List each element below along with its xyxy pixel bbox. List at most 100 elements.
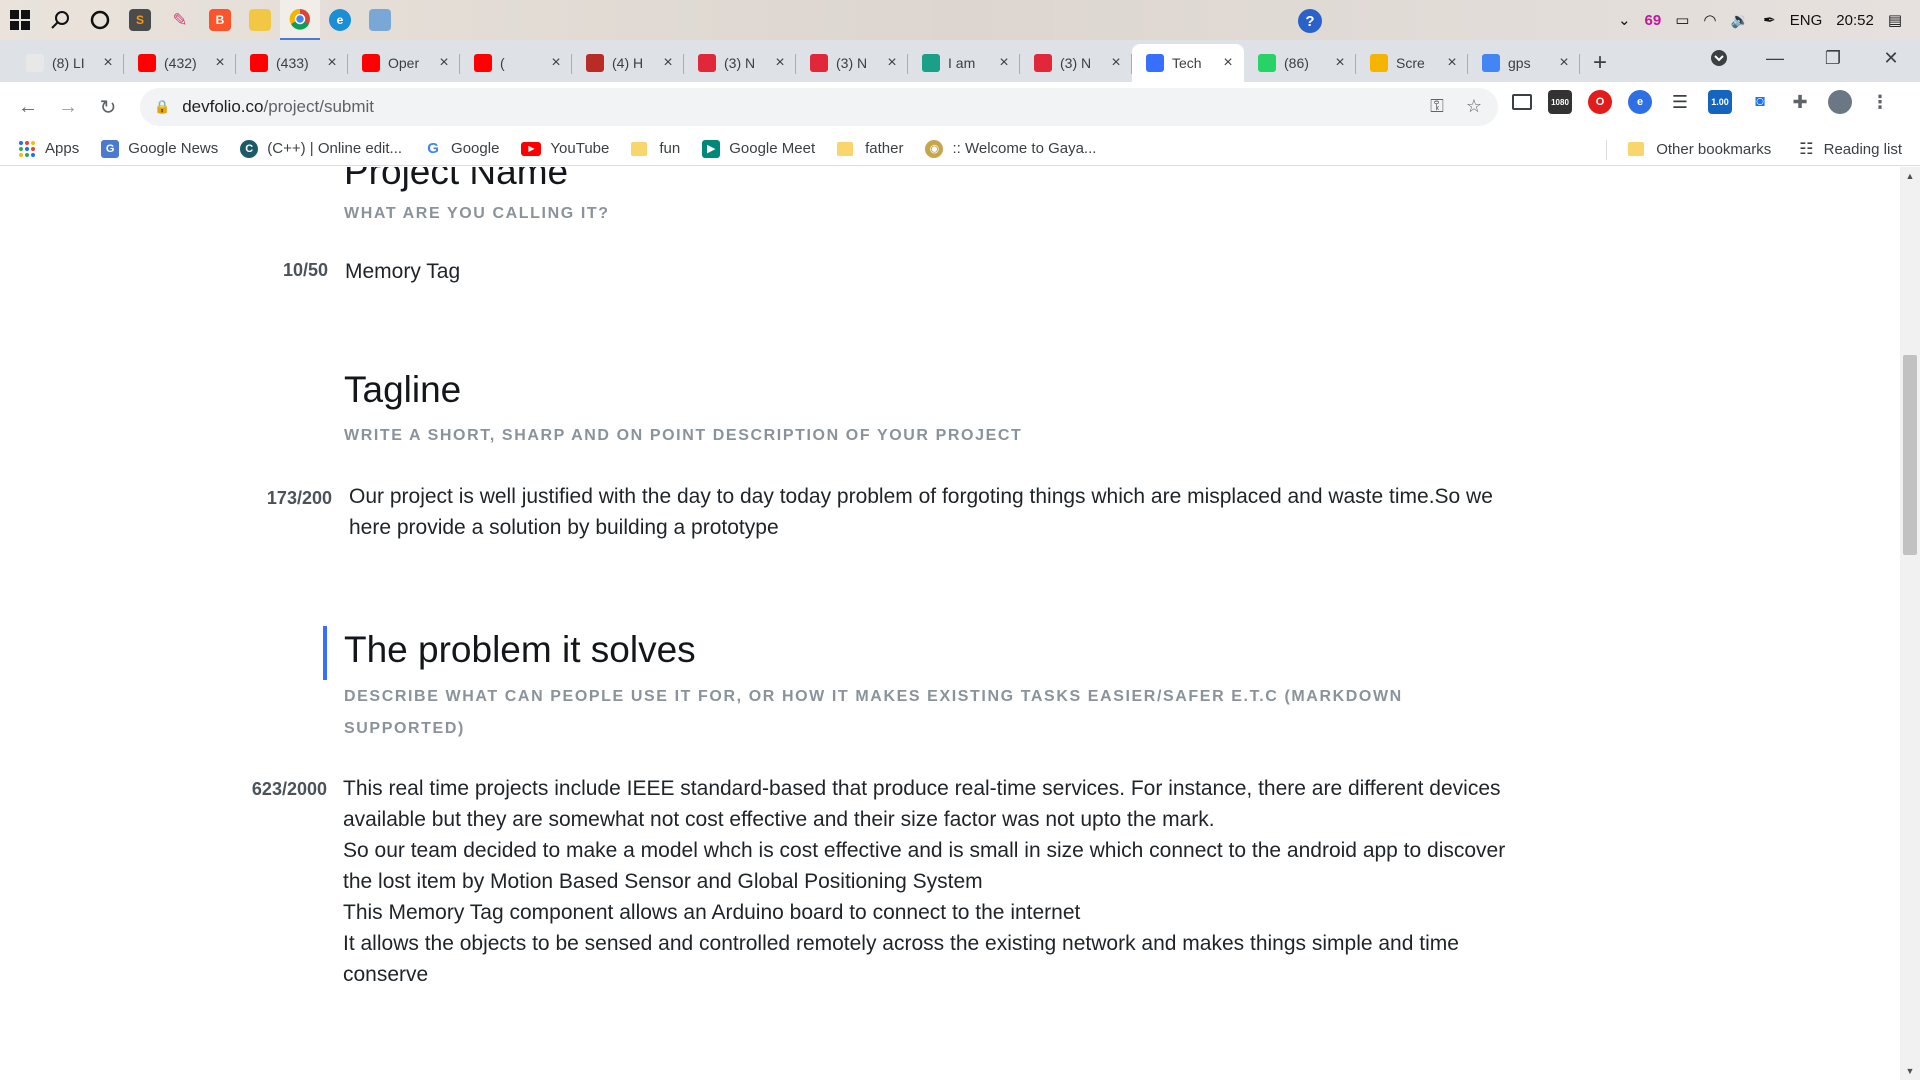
tab-close-icon[interactable]: × [1556,54,1572,72]
tab-favicon-icon [698,54,716,72]
other-bookmarks[interactable]: Other bookmarks [1628,141,1771,158]
text-line: Our project is well justified with the d… [349,485,1493,508]
help-icon[interactable]: ? [1298,9,1322,33]
browser-tab[interactable]: Tech × [1132,44,1244,82]
browser-tab[interactable]: (86) × [1244,44,1356,82]
new-tab-button[interactable]: + [1580,44,1620,82]
tab-search-icon[interactable] [1690,40,1748,76]
bookmark-youtube[interactable]: ▶ YouTube [521,140,609,157]
address-bar[interactable]: 🔒 devfolio.co/project/submit ⚿ ☆ [140,88,1498,126]
scroll-up-arrow-icon[interactable]: ▲ [1900,171,1920,181]
opera-extension-icon[interactable]: O [1588,90,1612,114]
browser-tab[interactable]: (3) N × [796,44,908,82]
tagline-input[interactable]: Our project is well justified with the d… [349,481,1599,543]
tab-close-icon[interactable]: × [884,54,900,72]
tab-close-icon[interactable]: × [1220,54,1236,72]
volume-icon[interactable]: 🔉 [1730,11,1749,29]
restore-button[interactable]: ❐ [1804,40,1862,76]
screenshot-extension-icon[interactable]: ◙ [1748,90,1772,114]
notification-badge[interactable]: 69 [1645,12,1662,29]
extensions-row: 1080 O e ☰ 1.00 ◙ ✚ ⋮ [1512,90,1892,114]
pip-extension-icon[interactable] [1512,94,1532,110]
sublime-icon[interactable]: S [120,0,160,40]
sliders-extension-icon[interactable]: ☰ [1668,90,1692,114]
browser-tab[interactable]: (433) × [236,44,348,82]
tab-favicon-icon [1258,54,1276,72]
tab-close-icon[interactable]: × [212,54,228,72]
bookmark-star-icon[interactable]: ☆ [1466,96,1482,117]
tab-close-icon[interactable]: × [324,54,340,72]
tab-close-icon[interactable]: × [772,54,788,72]
scroll-down-arrow-icon[interactable]: ▼ [1900,1066,1920,1076]
bookmark-folder-father[interactable]: father [837,140,903,157]
app-icon[interactable] [360,0,400,40]
tab-close-icon[interactable]: × [1444,54,1460,72]
bookmark-folder-fun[interactable]: fun [631,140,680,157]
edge-icon[interactable]: e [320,0,360,40]
text-line: So our team decided to make a model whch… [343,839,1506,862]
tab-label: (4) H [612,55,644,71]
tab-close-icon[interactable]: × [1332,54,1348,72]
browser-tab[interactable]: (4) H × [572,44,684,82]
start-icon[interactable] [0,0,40,40]
reload-button[interactable]: ↻ [88,87,128,127]
bookmark-google-meet[interactable]: ▶ Google Meet [702,139,816,158]
minimize-button[interactable]: — [1746,40,1804,76]
browser-tab[interactable]: Oper × [348,44,460,82]
bookmark-label: father [865,140,904,157]
chrome-icon[interactable] [280,0,320,40]
browser-tab[interactable]: gps × [1468,44,1580,82]
browser-tab[interactable]: I am × [908,44,1020,82]
lock-icon[interactable]: 🔒 [154,99,170,115]
bookmark-google-news[interactable]: G Google News [101,139,219,158]
forward-button[interactable]: → [48,87,88,127]
battery-icon[interactable]: ▭ [1675,11,1689,29]
back-button[interactable]: ← [8,87,48,127]
scrollbar-thumb[interactable] [1903,355,1917,555]
close-window-button[interactable]: ✕ [1862,40,1920,76]
windows-taskbar: S ✎ B e ? ⌄ 69 ▭ ◠ 🔉 ✒ ENG 20:52 ▤ [0,0,1920,40]
browser-tab[interactable]: (3) N × [684,44,796,82]
tab-close-icon[interactable]: × [436,54,452,72]
clock[interactable]: 20:52 [1836,12,1874,29]
page-scrollbar[interactable]: ▲ ▼ [1900,167,1920,1080]
bookmark-google[interactable]: G Google [424,140,499,158]
url-text[interactable]: devfolio.co/project/submit [182,97,374,117]
browser-tab[interactable]: (3) N × [1020,44,1132,82]
tab-close-icon[interactable]: × [996,54,1012,72]
paint-icon[interactable]: ✎ [160,0,200,40]
search-icon[interactable] [40,0,80,40]
reading-list[interactable]: ☷ Reading list [1799,139,1902,159]
project-name-input[interactable]: Memory Tag [345,256,1545,287]
resolution-extension-icon[interactable]: 1080 [1548,90,1572,114]
browser-tab[interactable]: (8) LI × [12,44,124,82]
problem-textarea[interactable]: This real time projects include IEEE sta… [343,773,1603,990]
avatar[interactable] [1828,90,1852,114]
tab-close-icon[interactable]: × [660,54,676,72]
cortana-icon[interactable] [80,0,120,40]
speed-extension-icon[interactable]: 1.00 [1708,90,1732,114]
notifications-icon[interactable]: ▤ [1888,11,1902,29]
bookmark-cpp-editor[interactable]: C (C++) | Online edit... [240,139,402,158]
bookmark-label: Google Meet [729,140,816,157]
brave-icon[interactable]: B [200,0,240,40]
bookmark-welcome-gaya[interactable]: ◉ :: Welcome to Gaya... [925,139,1096,158]
menu-kebab-icon[interactable]: ⋮ [1868,90,1892,114]
bookmark-label: Google News [128,140,219,157]
browser-tab[interactable]: (× [460,44,572,82]
puzzle-icon[interactable]: ✚ [1788,90,1812,114]
browser-tab[interactable]: (432) × [124,44,236,82]
pen-icon[interactable]: ✒ [1763,11,1776,29]
bookmark-apps[interactable]: Apps [18,140,79,158]
tab-close-icon[interactable]: × [100,54,116,72]
language-indicator[interactable]: ENG [1790,12,1823,29]
tab-close-icon[interactable]: × [548,54,564,72]
section-title-problem: The problem it solves [344,629,696,670]
edge-extension-icon[interactable]: e [1628,90,1652,114]
browser-tab[interactable]: Scre × [1356,44,1468,82]
chevron-up-icon[interactable]: ⌄ [1618,11,1631,29]
key-icon[interactable]: ⚿ [1430,96,1444,117]
file-explorer-icon[interactable] [240,0,280,40]
wifi-icon[interactable]: ◠ [1703,11,1716,29]
tab-close-icon[interactable]: × [1108,54,1124,72]
